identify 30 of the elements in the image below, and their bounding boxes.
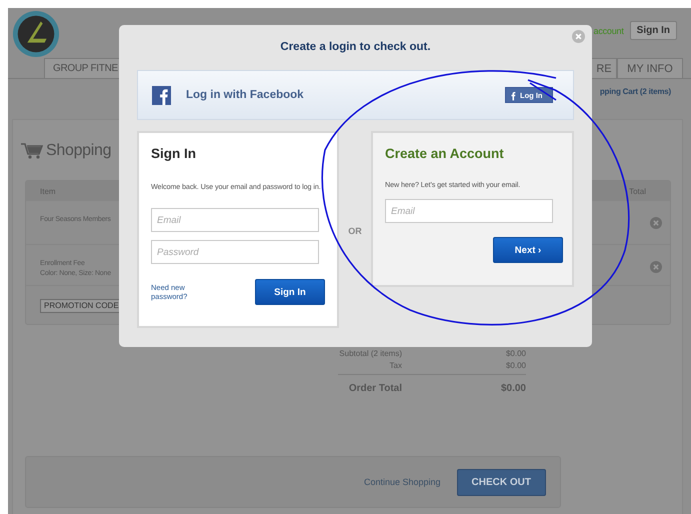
remove-icon[interactable] [650,261,662,273]
club-logo[interactable] [12,10,60,58]
page-title: Shopping [46,142,112,160]
next-button[interactable]: Next › [493,237,563,263]
sign-in-button[interactable]: Sign In [630,21,677,40]
facebook-login-text: Log in with Facebook [186,89,304,101]
facebook-icon [509,90,516,100]
check-out-button[interactable]: CHECK OUT [456,468,546,496]
facebook-icon [152,86,171,104]
create-account-title: Create an Account [385,146,505,163]
close-icon[interactable] [572,30,585,43]
continue-shopping-link[interactable]: Continue Shopping [364,477,441,487]
summary-label: Tax [388,360,402,370]
password-field[interactable]: Password [151,240,319,264]
remove-icon[interactable] [650,217,662,229]
sign-in-submit-button[interactable]: Sign In [255,279,325,305]
summary-value: $0.00 [500,382,526,394]
email-field[interactable]: Email [385,199,553,223]
email-field[interactable]: Email [151,208,319,232]
sign-in-title: Sign In [151,146,197,163]
summary-label: Subtotal (2 items) [338,348,402,358]
or-separator: OR [347,226,363,236]
cart-icon [21,143,43,159]
summary-value: $0.00 [506,360,526,370]
nav-tab[interactable]: MY INFO [617,58,683,78]
shopping-cart-link[interactable]: pping Cart (2 items) [600,87,671,111]
summary-label: Order Total [348,382,402,394]
nav-tab[interactable]: RE [591,58,617,78]
summary-value: $0.00 [506,348,526,358]
dialog-title: Create a login to check out. [279,41,432,55]
